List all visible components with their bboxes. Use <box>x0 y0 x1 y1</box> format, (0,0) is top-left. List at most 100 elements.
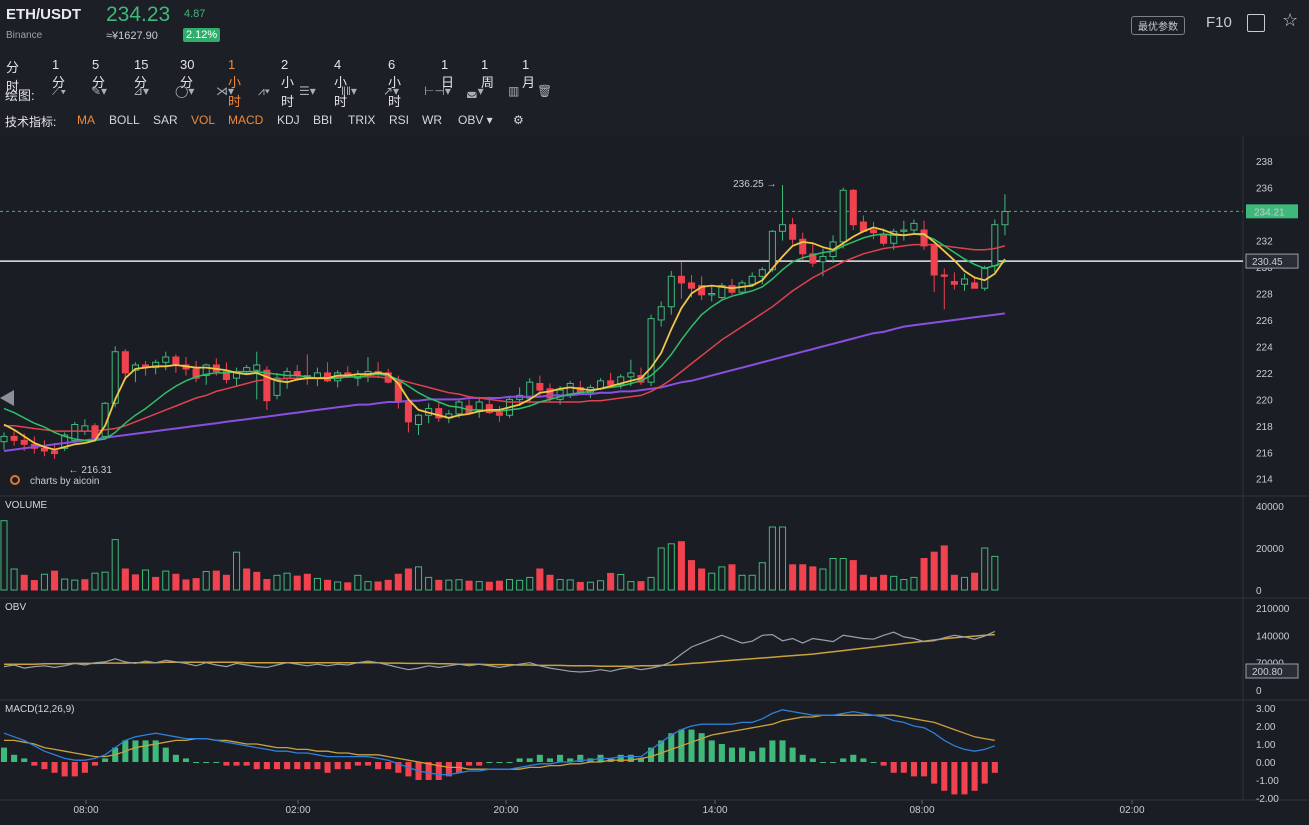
macd-histogram-bar <box>61 762 68 777</box>
macd-histogram-bar <box>344 762 351 770</box>
candle-body <box>991 224 999 267</box>
volume-bar <box>192 578 200 591</box>
main-ytick: 222 <box>1256 369 1273 380</box>
volume-bar <box>910 576 918 591</box>
macd-ytick: 2.00 <box>1256 722 1276 733</box>
volume-bar <box>172 573 180 591</box>
volume-ytick: 40000 <box>1256 502 1284 513</box>
macd-histogram-bar <box>0 747 8 762</box>
volume-bar <box>758 562 766 591</box>
volume-bar <box>101 571 109 591</box>
volume-bar <box>981 547 989 591</box>
obv-ytick: 0 <box>1256 686 1262 697</box>
volume-bar <box>748 574 756 591</box>
macd-histogram-bar <box>294 762 301 770</box>
macd-histogram-bar <box>102 758 109 762</box>
candle-body <box>677 275 685 284</box>
macd-histogram-bar <box>850 754 857 762</box>
volume-bar <box>809 566 817 591</box>
volume-bar <box>890 575 898 591</box>
macd-histogram-bar <box>860 758 867 762</box>
volume-bar <box>930 551 938 591</box>
volume-bar <box>677 541 685 591</box>
volume-bar <box>738 574 746 591</box>
volume-bar <box>293 575 301 591</box>
volume-panel-title: VOLUME <box>5 500 48 511</box>
volume-bar <box>869 576 878 591</box>
macd-histogram-bar <box>314 762 321 770</box>
volume-bar <box>627 581 635 591</box>
current-price-label: 234.21 <box>1254 207 1285 218</box>
macd-histogram-bar <box>900 762 907 773</box>
candle-body <box>971 282 979 289</box>
volume-bar <box>667 543 675 591</box>
macd-histogram-bar <box>263 762 270 770</box>
macd-histogram-bar <box>233 762 240 766</box>
candle-body <box>778 224 787 232</box>
volume-bar <box>900 579 908 591</box>
main-ytick: 224 <box>1256 342 1273 353</box>
volume-bar <box>880 574 888 591</box>
watermark-text: charts by aicoin <box>30 476 99 487</box>
candle-body <box>849 189 857 226</box>
volume-bar <box>576 581 584 591</box>
macd-histogram-bar <box>910 762 917 777</box>
high-price-label: 236.25 → <box>733 179 776 190</box>
candle-body <box>627 372 635 378</box>
macd-panel-title: MACD(12,26,9) <box>5 704 74 715</box>
candle-body <box>0 435 8 443</box>
candle-body <box>121 351 129 374</box>
candle-body <box>51 450 59 455</box>
macd-histogram-bar <box>688 729 695 762</box>
volume-bar <box>364 581 372 591</box>
volume-bar <box>121 568 129 591</box>
candle-body <box>789 224 797 240</box>
volume-bar <box>162 570 170 591</box>
macd-ytick: 3.00 <box>1256 704 1276 715</box>
obv-panel-title: OBV <box>5 602 26 613</box>
macd-histogram-bar <box>405 762 412 777</box>
volume-bar <box>374 581 382 591</box>
candle-body <box>657 306 665 321</box>
volume-bar <box>142 569 150 591</box>
volume-bar <box>566 579 574 591</box>
time-tick-label: 02:00 <box>285 805 310 816</box>
candle-body <box>253 364 261 371</box>
macd-histogram-bar <box>526 758 533 762</box>
time-tick-label: 02:00 <box>1119 805 1144 816</box>
chart-background <box>0 136 1309 825</box>
hline-price-label: 230.45 <box>1252 257 1283 268</box>
volume-bar <box>708 572 716 591</box>
macd-histogram-bar <box>880 762 887 766</box>
volume-bar <box>687 560 696 591</box>
volume-bar <box>20 574 28 591</box>
candle-body <box>930 245 938 276</box>
candle-body <box>748 275 756 285</box>
candle-body <box>40 447 48 452</box>
macd-ytick: -1.00 <box>1256 776 1279 787</box>
macd-histogram-bar <box>324 762 331 773</box>
kline-chart[interactable]: 238236232230228226224222220218216214char… <box>0 0 1309 825</box>
volume-bar <box>324 579 332 591</box>
volume-bar <box>505 579 514 591</box>
volume-bar <box>546 574 554 591</box>
volume-bar <box>526 576 534 591</box>
candle-body <box>758 269 766 277</box>
volume-bar <box>940 545 948 591</box>
volume-bar <box>414 566 423 591</box>
volume-bar <box>71 579 79 591</box>
macd-histogram-bar <box>223 762 230 766</box>
volume-bar <box>768 526 776 591</box>
time-tick-label: 08:00 <box>909 805 934 816</box>
volume-bar <box>61 578 69 591</box>
volume-bar <box>698 568 706 591</box>
macd-ytick: -2.00 <box>1256 794 1279 805</box>
macd-histogram-bar <box>71 762 78 777</box>
volume-bar <box>839 558 847 591</box>
macd-histogram-bar <box>132 740 139 762</box>
macd-histogram-bar <box>739 747 746 762</box>
volume-bar <box>344 582 352 591</box>
macd-histogram-bar <box>921 762 928 777</box>
volume-ytick: 20000 <box>1256 544 1284 555</box>
candle-body <box>910 222 918 231</box>
